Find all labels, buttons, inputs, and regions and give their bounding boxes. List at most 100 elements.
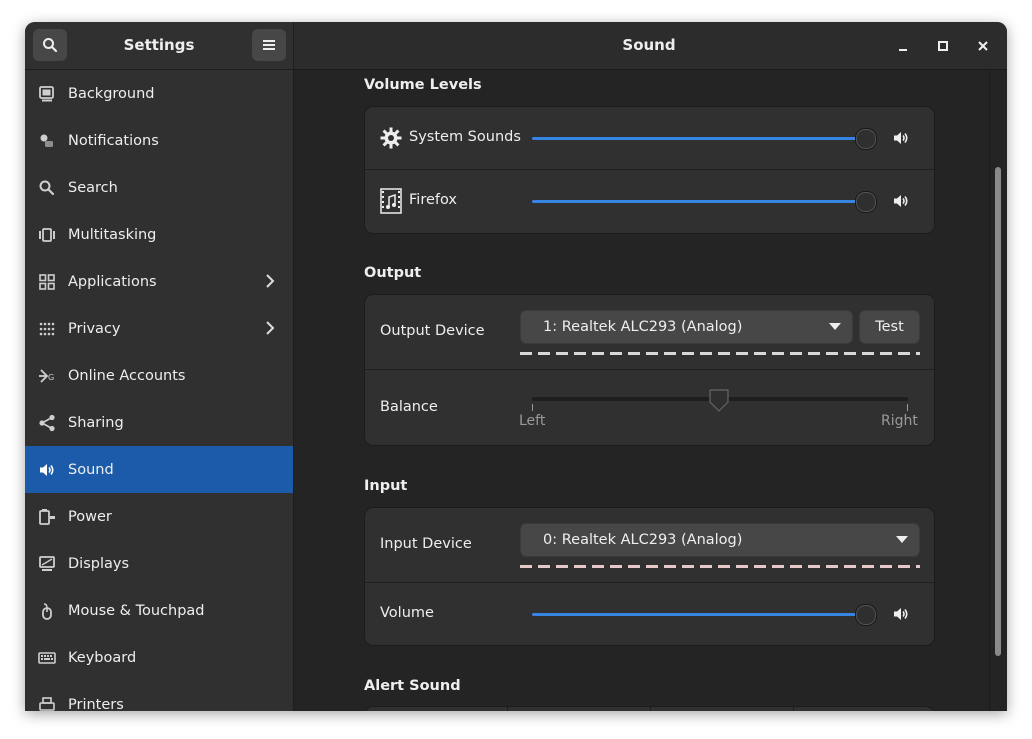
output-device-row: Output Device 1: Realtek ALC293 (Analog)… <box>365 295 934 370</box>
close-button[interactable] <box>971 34 995 58</box>
scrollbar[interactable] <box>995 167 1001 656</box>
firefox-slider-track[interactable] <box>532 200 866 203</box>
sidebar-header: Settings <box>25 22 293 70</box>
sound-icon <box>40 464 54 476</box>
sidebar-item-power[interactable]: Power <box>25 493 293 540</box>
input-device-label: Input Device <box>380 536 472 552</box>
input-device-dropdown[interactable]: 0: Realtek ALC293 (Analog) <box>520 523 920 557</box>
output-device-value: 1: Realtek ALC293 (Analog) <box>543 319 743 335</box>
maximize-button[interactable] <box>931 34 955 58</box>
sidebar-item-label: Keyboard <box>68 649 137 666</box>
header-bar: Sound <box>294 22 1007 70</box>
sidebar-item-label: Multitasking <box>68 226 157 243</box>
sidebar-item-online-accounts[interactable]: G Online Accounts <box>25 352 293 399</box>
input-volume-slider-knob[interactable] <box>855 604 877 626</box>
minimize-icon <box>899 49 907 51</box>
sidebar-item-privacy[interactable]: Privacy <box>25 305 293 352</box>
dropdown-arrow-icon <box>829 323 841 330</box>
notifications-icon <box>40 134 53 147</box>
sidebar-item-label: Online Accounts <box>68 367 186 384</box>
sidebar-item-multitasking[interactable]: Multitasking <box>25 211 293 258</box>
input-card: Input Device 0: Realtek ALC293 (Analog) … <box>364 507 935 646</box>
firefox-slider-knob[interactable] <box>855 191 877 213</box>
sidebar-item-applications[interactable]: Applications <box>25 258 293 305</box>
chevron-right-icon <box>266 321 275 335</box>
sharing-icon <box>39 414 55 432</box>
power-icon <box>39 509 55 525</box>
sidebar-item-search[interactable]: Search <box>25 164 293 211</box>
alert-sound-divider <box>650 707 651 711</box>
firefox-label: Firefox <box>409 192 457 208</box>
alert-sound-card <box>364 706 935 711</box>
applications-icon <box>39 274 55 290</box>
input-title: Input <box>364 478 408 494</box>
volume-levels-title: Volume Levels <box>364 77 482 93</box>
sidebar-item-notifications[interactable]: Notifications <box>25 117 293 164</box>
alert-sound-divider <box>507 707 508 711</box>
online-accounts-icon: G <box>39 369 54 383</box>
input-device-value: 0: Realtek ALC293 (Analog) <box>543 532 743 548</box>
input-volume-row: Volume <box>365 583 934 645</box>
background-icon <box>39 86 54 102</box>
printers-icon <box>39 697 55 711</box>
input-level-meter <box>520 565 920 568</box>
close-icon <box>978 41 988 51</box>
multitasking-icon <box>39 228 55 242</box>
balance-left-label: Left <box>519 413 546 429</box>
input-device-row: Input Device 0: Realtek ALC293 (Analog) <box>365 508 934 583</box>
sidebar: Settings Background Notifications Search… <box>25 22 294 711</box>
output-card: Output Device 1: Realtek ALC293 (Analog)… <box>364 294 935 446</box>
system-sounds-slider-track[interactable] <box>532 137 866 140</box>
output-level-meter <box>520 352 920 355</box>
sidebar-nav: Background Notifications Search Multitas… <box>25 70 293 711</box>
alert-sound-divider <box>793 707 794 711</box>
sidebar-item-keyboard[interactable]: Keyboard <box>25 634 293 681</box>
sidebar-item-label: Background <box>68 85 155 102</box>
sound-panel: Sound Volume Levels System Sounds Firefo… <box>294 22 1007 711</box>
sidebar-item-label: Search <box>68 179 118 196</box>
keyboard-icon <box>38 652 56 664</box>
svg-text:G: G <box>48 373 54 382</box>
output-title: Output <box>364 265 422 281</box>
input-volume-slider-track[interactable] <box>532 613 866 616</box>
displays-icon <box>39 556 55 571</box>
maximize-icon <box>938 41 948 51</box>
speaker-icon <box>894 195 908 207</box>
volume-row-firefox: Firefox <box>365 170 934 233</box>
balance-row: Balance Left Right <box>365 370 934 445</box>
sidebar-item-label: Notifications <box>68 132 159 149</box>
hamburger-icon <box>263 40 275 50</box>
scroll-gutter <box>989 70 990 711</box>
sound-content[interactable]: Volume Levels System Sounds Firefox Outp… <box>294 70 1007 711</box>
test-button[interactable]: Test <box>859 310 920 344</box>
sidebar-item-label: Mouse & Touchpad <box>68 602 205 619</box>
minimize-button[interactable] <box>891 34 915 58</box>
sidebar-item-label: Applications <box>68 273 157 290</box>
sidebar-item-mouse-touchpad[interactable]: Mouse & Touchpad <box>25 587 293 634</box>
sidebar-item-sound[interactable]: Sound <box>25 446 293 493</box>
sidebar-item-printers[interactable]: Printers <box>25 681 293 711</box>
privacy-icon <box>39 322 55 336</box>
balance-label: Balance <box>380 399 438 415</box>
balance-slider-knob[interactable] <box>708 388 730 413</box>
dropdown-arrow-icon <box>896 536 908 543</box>
system-sounds-label: System Sounds <box>409 129 521 145</box>
sidebar-item-label: Sharing <box>68 414 124 431</box>
input-volume-label: Volume <box>380 605 434 621</box>
balance-right-label: Right <box>881 413 918 429</box>
settings-window: Settings Background Notifications Search… <box>25 22 1007 711</box>
volume-row-system-sounds: System Sounds <box>365 107 934 170</box>
mouse-icon <box>42 603 52 620</box>
media-icon <box>380 188 402 214</box>
main-menu-button[interactable] <box>252 29 286 61</box>
sidebar-item-label: Power <box>68 508 112 525</box>
sidebar-item-label: Printers <box>68 696 124 712</box>
sidebar-item-sharing[interactable]: Sharing <box>25 399 293 446</box>
balance-tick-left <box>532 404 533 411</box>
sidebar-item-background[interactable]: Background <box>25 70 293 117</box>
system-sounds-slider-knob[interactable] <box>855 128 877 150</box>
sidebar-item-displays[interactable]: Displays <box>25 540 293 587</box>
output-device-label: Output Device <box>380 323 485 339</box>
output-device-dropdown[interactable]: 1: Realtek ALC293 (Analog) <box>520 310 853 344</box>
alert-sound-title: Alert Sound <box>364 678 461 694</box>
